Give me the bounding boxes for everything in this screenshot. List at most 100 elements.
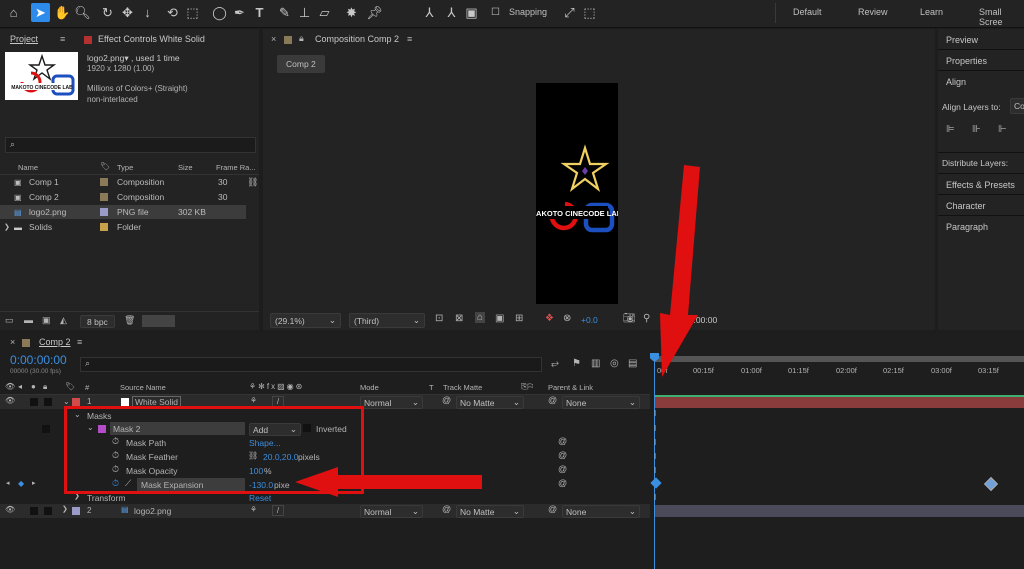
menu-icon[interactable]: ≡ xyxy=(407,34,412,44)
project-search-input[interactable]: ⌕ xyxy=(5,137,256,153)
trash-icon[interactable]: 🗑︎ xyxy=(124,315,135,326)
pickwhip-icon[interactable]: @ xyxy=(558,464,567,474)
paragraph-panel[interactable]: Paragraph xyxy=(946,222,988,232)
align-panel[interactable]: Align xyxy=(946,77,966,87)
resolution-dropdown[interactable]: (Third) ⌄ xyxy=(349,313,425,328)
solo-toggle[interactable] xyxy=(30,507,38,515)
new-composition-icon[interactable]: ▣ xyxy=(42,315,51,326)
rotate-tool-icon[interactable]: ⟲ xyxy=(163,3,182,22)
comp-tab[interactable]: Comp 2 xyxy=(277,55,325,73)
align-to-dropdown[interactable]: Co xyxy=(1010,98,1024,114)
align-right-icon[interactable]: ⊩ xyxy=(998,124,1007,135)
tab-project[interactable]: Project xyxy=(10,34,38,44)
timeline-search-input[interactable]: ⌕ xyxy=(80,357,542,372)
preview-panel[interactable]: Preview xyxy=(946,35,978,45)
axis-world-icon[interactable]: ⅄ xyxy=(442,3,461,22)
align-left-icon[interactable]: ⊫ xyxy=(946,124,955,135)
quality-switch-icon[interactable]: / xyxy=(272,505,284,516)
snapshot-icon[interactable]: 📷︎ xyxy=(623,313,636,324)
character-panel[interactable]: Character xyxy=(946,201,986,211)
eye-icon[interactable]: 👁︎ xyxy=(5,396,15,405)
mode-dropdown[interactable]: Normal ⌄ xyxy=(360,396,423,409)
project-item[interactable]: ▣ Comp 1 Composition 30 ⛓︎ xyxy=(0,175,259,189)
bpc-button[interactable]: 8 bpc xyxy=(80,315,115,328)
layer-bar-logo2[interactable] xyxy=(655,505,1024,517)
col-type[interactable]: Type xyxy=(117,163,133,172)
menu-icon[interactable]: ≡ xyxy=(77,337,82,347)
mask-visibility-icon[interactable]: ⌂ xyxy=(475,312,486,323)
chevron-down-icon[interactable]: ⌄ xyxy=(63,397,70,406)
col-track-matte[interactable]: Track Matte xyxy=(443,383,482,392)
motion-blur-icon[interactable]: ◎ xyxy=(610,358,619,369)
add-keyframe-icon[interactable]: ◆ xyxy=(18,479,24,488)
workspace-review[interactable]: Review xyxy=(858,7,888,17)
snap-points-icon[interactable]: ⬚ xyxy=(580,3,599,22)
hand-tool-icon[interactable]: ✋ xyxy=(53,3,72,22)
guides-icon[interactable]: ▣ xyxy=(495,313,504,324)
lock-toggle[interactable] xyxy=(44,507,52,515)
roto-brush-icon[interactable]: ✸ xyxy=(342,3,361,22)
parent-dropdown[interactable]: None ⌄ xyxy=(562,505,640,518)
track-matte-pickwhip-icon[interactable]: @ xyxy=(442,504,451,514)
label-swatch[interactable] xyxy=(72,507,80,515)
track-matte-dropdown[interactable]: No Matte ⌄ xyxy=(456,396,524,409)
time-ruler[interactable]: 00f 00:15f 01:00f 01:15f 02:00f 02:15f 0… xyxy=(655,351,1024,396)
shy-layers-icon[interactable]: ▥ xyxy=(591,358,600,369)
view-layout-icon[interactable]: ⊞ xyxy=(515,313,523,324)
snapping-checkbox[interactable]: ☐ xyxy=(486,3,505,22)
reset-link[interactable]: Reset xyxy=(249,493,271,503)
new-folder-icon[interactable]: ▬ xyxy=(24,315,33,325)
project-item[interactable]: ❯ ▬ Solids Folder xyxy=(0,220,259,234)
dolly-camera-icon[interactable]: ↓ xyxy=(138,3,157,22)
playhead[interactable] xyxy=(654,357,655,569)
col-size[interactable]: Size xyxy=(178,163,193,172)
effects-presets-panel[interactable]: Effects & Presets xyxy=(946,180,1015,190)
project-item[interactable]: ▣ Comp 2 Composition 30 xyxy=(0,190,259,204)
flowchart-icon[interactable]: ⛓︎ xyxy=(247,177,258,188)
zoom-dropdown[interactable]: (29.1%) ⌄ xyxy=(270,313,341,328)
chevron-right-icon[interactable]: ❯ xyxy=(62,505,68,513)
color-swatch[interactable] xyxy=(142,315,175,327)
shy-switch-icon[interactable]: ⚘ xyxy=(250,396,257,405)
color-channel-icon[interactable]: ❖ xyxy=(545,313,554,324)
snap-edges-icon[interactable]: ⤢ xyxy=(560,3,579,22)
comp-viewer-canvas[interactable]: MAKOTO CINECODE LAB xyxy=(530,83,623,304)
menu-icon[interactable]: ≡ xyxy=(60,34,65,44)
close-icon[interactable]: × xyxy=(10,337,15,347)
workspace-default[interactable]: Default xyxy=(793,7,822,17)
eraser-tool-icon[interactable]: ▱ xyxy=(315,3,334,22)
clone-stamp-icon[interactable]: ⊥ xyxy=(295,3,314,22)
pickwhip-icon[interactable]: @ xyxy=(558,436,567,446)
col-mode[interactable]: Mode xyxy=(360,383,379,392)
brush-tool-icon[interactable]: ✎ xyxy=(275,3,294,22)
reset-exposure-icon[interactable]: ⊗ xyxy=(563,313,571,324)
label-column-icon[interactable]: 🏷︎ xyxy=(100,162,110,171)
home-icon[interactable]: ⌂ xyxy=(4,3,23,22)
mode-dropdown[interactable]: Normal ⌄ xyxy=(360,505,423,518)
exposure-value[interactable]: +0.0 xyxy=(581,315,598,325)
tab-effect-controls[interactable]: Effect Controls White Solid xyxy=(98,34,205,44)
col-source-name[interactable]: Source Name xyxy=(120,383,166,392)
layer-bar-white-solid[interactable] xyxy=(655,396,1024,408)
col-parent[interactable]: Parent & Link xyxy=(548,383,593,392)
pickwhip-icon[interactable]: @ xyxy=(558,450,567,460)
ellipse-tool-icon[interactable]: ◯ xyxy=(210,3,229,22)
next-keyframe-icon[interactable]: ▸ xyxy=(32,479,36,487)
zoom-tool-icon[interactable]: 🔍︎ xyxy=(73,3,92,22)
chevron-right-icon[interactable]: ❯ xyxy=(4,223,10,231)
pan-behind-icon[interactable]: ⬚ xyxy=(183,3,202,22)
col-t[interactable]: T xyxy=(429,383,434,392)
properties-panel[interactable]: Properties xyxy=(946,56,987,66)
close-icon[interactable]: × xyxy=(271,34,276,44)
timeline-tab[interactable]: Comp 2 xyxy=(39,337,71,347)
workspace-small-screen[interactable]: Small Scree xyxy=(979,7,1024,27)
pan-camera-icon[interactable]: ✥ xyxy=(118,3,137,22)
parent-pickwhip-icon[interactable]: @ xyxy=(548,395,557,405)
timecode-display[interactable]: 0:00:00:00 xyxy=(10,353,67,367)
interpret-footage-icon[interactable]: ▭ xyxy=(5,315,14,326)
pickwhip-icon[interactable]: @ xyxy=(558,478,567,488)
puppet-pin-icon[interactable]: 📌︎ xyxy=(365,3,384,22)
selection-tool-icon[interactable]: ➤ xyxy=(31,3,50,22)
label-swatch[interactable] xyxy=(72,398,80,406)
layer-row-logo2[interactable]: 👁︎ ❯ 2 ▤ logo2.png ⚘ / Normal ⌄ @ No Matt… xyxy=(0,504,650,518)
